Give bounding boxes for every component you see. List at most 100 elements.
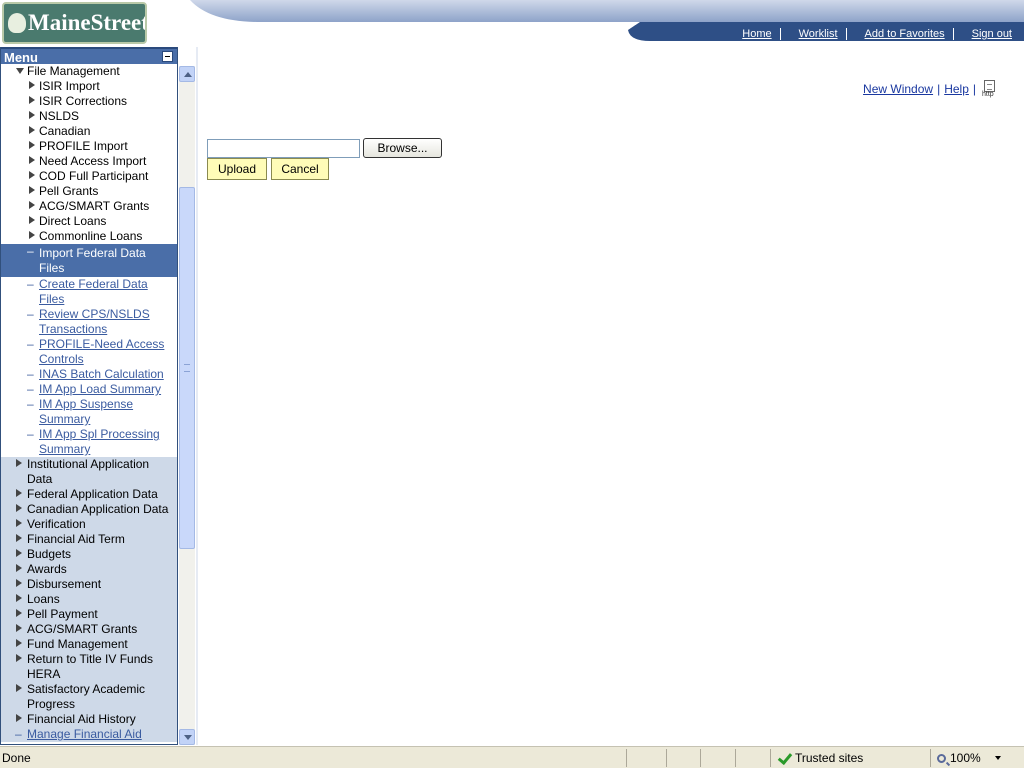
menu-item[interactable]: NSLDS: [1, 109, 177, 124]
collapsed-arrow-icon[interactable]: [16, 489, 22, 497]
menu-item[interactable]: Financial Aid History: [1, 712, 177, 727]
help-link[interactable]: Help: [944, 82, 969, 96]
collapsed-arrow-icon[interactable]: [16, 624, 22, 632]
menu-item[interactable]: COD Full Participant: [1, 169, 177, 184]
expanded-arrow-icon[interactable]: [16, 68, 24, 74]
menu-item[interactable]: Disbursement: [1, 577, 177, 592]
menu-item[interactable]: Awards: [1, 562, 177, 577]
collapsed-arrow-icon[interactable]: [16, 504, 22, 512]
menu-item[interactable]: Canadian Application Data: [1, 502, 177, 517]
scroll-thumb[interactable]: [179, 187, 195, 549]
menu-item[interactable]: PROFILE Import: [1, 139, 177, 154]
menu-item[interactable]: – IM App Load Summary: [1, 382, 177, 397]
collapsed-arrow-icon[interactable]: [16, 549, 22, 557]
menu-item[interactable]: Satisfactory Academic Progress: [1, 682, 177, 712]
collapsed-arrow-icon[interactable]: [16, 564, 22, 572]
collapsed-arrow-icon[interactable]: [16, 609, 22, 617]
status-divider: [626, 749, 627, 767]
collapsed-arrow-icon[interactable]: [29, 126, 35, 134]
security-zone[interactable]: Trusted sites: [770, 749, 930, 767]
menu-item[interactable]: ISIR Corrections: [1, 94, 177, 109]
menu-item-label: Verification: [27, 517, 86, 531]
browse-button[interactable]: Browse...: [363, 138, 442, 158]
leaf-dash-icon: –: [15, 727, 22, 741]
menu-item[interactable]: Pell Payment: [1, 607, 177, 622]
scroll-down-arrow-icon[interactable]: [179, 729, 195, 745]
collapsed-arrow-icon[interactable]: [29, 171, 35, 179]
home-link[interactable]: Home: [724, 27, 779, 41]
menu-item[interactable]: – Import Federal Data Files: [1, 244, 177, 277]
menu-item[interactable]: ISIR Import: [1, 79, 177, 94]
new-window-link[interactable]: New Window: [863, 82, 933, 96]
zoom-dropdown-icon[interactable]: [994, 756, 1001, 760]
menu-item-label: NSLDS: [39, 109, 80, 123]
status-divider: [666, 749, 667, 767]
menu-item[interactable]: ACG/SMART Grants: [1, 199, 177, 214]
menu-item-label: Institutional Application Data: [27, 457, 150, 486]
checkmark-icon: [777, 751, 791, 765]
menu-item[interactable]: – PROFILE-Need Access Controls: [1, 337, 177, 367]
collapsed-arrow-icon[interactable]: [29, 156, 35, 164]
menu-item[interactable]: Pell Grants: [1, 184, 177, 199]
scroll-up-arrow-icon[interactable]: [179, 66, 195, 82]
mainestreet-logo[interactable]: MaineStreet: [2, 2, 147, 44]
menu-item[interactable]: Loans: [1, 592, 177, 607]
link-separator: |: [937, 82, 941, 96]
file-path-input[interactable]: [207, 139, 360, 158]
collapsed-arrow-icon[interactable]: [29, 201, 35, 209]
menu-item-label: Return to Title IV Funds HERA: [27, 652, 154, 681]
menu-item-label: Direct Loans: [39, 214, 107, 228]
collapse-menu-icon[interactable]: [162, 51, 173, 62]
menu-item[interactable]: Canadian: [1, 124, 177, 139]
menu-item-label: Satisfactory Academic Progress: [27, 682, 146, 711]
menu-scrollbar[interactable]: [179, 66, 195, 745]
menu-item-label: PROFILE-Need Access Controls: [39, 337, 165, 366]
menu-item[interactable]: Federal Application Data: [1, 487, 177, 502]
add-to-favorites-link[interactable]: Add to Favorites: [847, 27, 953, 41]
collapsed-arrow-icon[interactable]: [29, 111, 35, 119]
menu-item[interactable]: – Review CPS/NSLDS Transactions: [1, 307, 177, 337]
menu-item[interactable]: Commonline Loans: [1, 229, 177, 244]
collapsed-arrow-icon[interactable]: [29, 231, 35, 239]
menu-item[interactable]: Return to Title IV Funds HERA: [1, 652, 177, 682]
collapsed-arrow-icon[interactable]: [29, 141, 35, 149]
menu-title: Menu: [4, 50, 38, 65]
menu-item[interactable]: – INAS Batch Calculation: [1, 367, 177, 382]
worklist-link[interactable]: Worklist: [781, 27, 846, 41]
collapsed-arrow-icon[interactable]: [29, 186, 35, 194]
menu-item[interactable]: Budgets: [1, 547, 177, 562]
collapsed-arrow-icon[interactable]: [29, 81, 35, 89]
menu-item[interactable]: – IM App Spl Processing Summary: [1, 427, 177, 457]
menu-item[interactable]: – Manage Financial Aid: [1, 727, 177, 742]
menu-item[interactable]: Financial Aid Term: [1, 532, 177, 547]
menu-item[interactable]: Fund Management: [1, 637, 177, 652]
collapsed-arrow-icon[interactable]: [29, 96, 35, 104]
collapsed-arrow-icon[interactable]: [16, 654, 22, 662]
collapsed-arrow-icon[interactable]: [16, 714, 22, 722]
left-frame: Menu File Management ISIR Import ISIR Corr…: [0, 47, 196, 745]
cancel-button[interactable]: Cancel: [271, 158, 329, 180]
http-link-icon[interactable]: http: [982, 80, 998, 98]
collapsed-arrow-icon[interactable]: [16, 594, 22, 602]
menu-item[interactable]: – Create Federal Data Files: [1, 277, 177, 307]
sign-out-link[interactable]: Sign out: [954, 27, 1020, 41]
zoom-control[interactable]: 100%: [930, 749, 1024, 767]
menu-item[interactable]: Institutional Application Data: [1, 457, 177, 487]
collapsed-arrow-icon[interactable]: [16, 519, 22, 527]
collapsed-arrow-icon[interactable]: [16, 579, 22, 587]
menu-item[interactable]: Verification: [1, 517, 177, 532]
collapsed-arrow-icon[interactable]: [16, 534, 22, 542]
collapsed-arrow-icon[interactable]: [29, 216, 35, 224]
collapsed-arrow-icon[interactable]: [16, 684, 22, 692]
menu-item-label: Canadian: [39, 124, 91, 138]
collapsed-arrow-icon[interactable]: [16, 459, 22, 467]
menu-item[interactable]: File Management: [1, 64, 177, 79]
menu-item-label: Budgets: [27, 547, 72, 561]
upload-button[interactable]: Upload: [207, 158, 267, 180]
menu-item[interactable]: – IM App Suspense Summary: [1, 397, 177, 427]
menu-item[interactable]: ACG/SMART Grants: [1, 622, 177, 637]
menu-item-label: Need Access Import: [39, 154, 147, 168]
menu-item[interactable]: Direct Loans: [1, 214, 177, 229]
menu-item[interactable]: Need Access Import: [1, 154, 177, 169]
collapsed-arrow-icon[interactable]: [16, 639, 22, 647]
